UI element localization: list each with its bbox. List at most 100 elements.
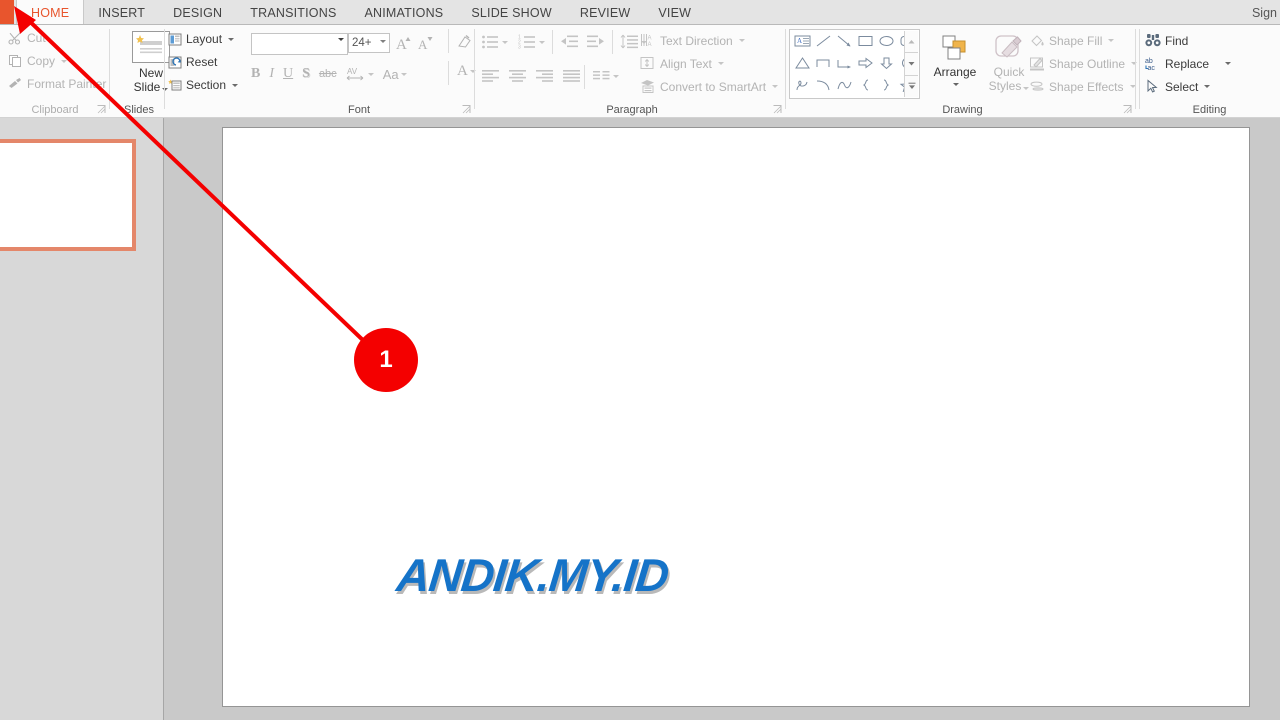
shape-left-brace-icon[interactable] [855,75,876,96]
align-text-button[interactable]: Align Text [640,56,724,71]
shape-line-icon[interactable] [813,31,834,52]
columns-button[interactable] [592,69,619,83]
shape-fill-button[interactable]: Shape Fill [1029,33,1115,48]
layout-caret[interactable] [228,37,235,41]
text-direction-caret[interactable] [738,39,745,42]
tab-animations[interactable]: ANIMATIONS [350,0,457,25]
cut-button[interactable]: Cut [8,31,46,45]
copy-button[interactable]: Copy [8,54,68,68]
decrease-font-size-button[interactable]: A [417,33,435,58]
font-size-caret[interactable] [380,40,386,43]
shape-rectangle-icon[interactable] [855,31,876,52]
font-dialog-launcher[interactable] [462,105,471,114]
text-direction-icon: AA [640,33,656,48]
shape-triangle-icon[interactable] [792,53,813,74]
text-direction-button[interactable]: AA Text Direction [640,33,745,48]
convert-smartart-caret[interactable] [772,85,779,88]
sign-in-button[interactable]: Sign [1252,0,1280,25]
character-spacing-button[interactable]: AV [346,65,374,83]
svg-text:ab: ab [1145,58,1153,65]
tab-insert[interactable]: INSERT [84,0,159,25]
smartart-icon [640,79,656,94]
align-left-button[interactable] [481,69,500,88]
reset-icon [168,56,182,69]
shape-fill-caret[interactable] [1108,39,1115,42]
change-case-caret[interactable] [400,72,407,76]
format-painter-button[interactable]: Format Painter [8,77,106,91]
justify-button[interactable] [562,69,581,88]
arrange-caret[interactable] [953,83,959,86]
numbering-caret[interactable] [539,40,545,44]
tab-view[interactable]: VIEW [644,0,705,25]
increase-font-size-button[interactable]: A [395,33,413,58]
font-size-value: 24+ [352,37,372,49]
slide-thumbnail-pane[interactable] [0,118,164,720]
arrange-button[interactable]: Arrange [929,31,981,86]
bullets-button[interactable] [481,34,508,50]
clear-formatting-button[interactable] [457,34,473,56]
shape-outline-button[interactable]: Shape Outline [1029,56,1138,71]
italic-button[interactable]: I [269,66,274,82]
font-size-input[interactable]: 24+ [348,33,390,53]
reset-button[interactable]: Reset [168,55,217,69]
align-center-button[interactable] [508,69,527,88]
file-tab[interactable] [0,0,14,25]
shape-text-box-icon[interactable]: A [792,31,813,52]
shape-arrow-icon[interactable] [834,31,855,52]
font-name-caret[interactable] [338,38,344,41]
shape-scribble-icon[interactable] [792,75,813,96]
align-text-caret[interactable] [717,62,724,65]
shape-oval-icon[interactable] [876,31,897,52]
shape-elbow-arrow-connector-icon[interactable] [834,53,855,74]
copy-dropdown-caret[interactable] [61,59,68,63]
shape-down-arrow-icon[interactable] [876,53,897,74]
tab-home[interactable]: HOME [16,0,85,25]
slide-text-andik[interactable]: ANDIK.MY.ID [394,548,671,602]
text-shadow-button[interactable]: S [302,66,310,82]
change-case-button[interactable]: Aa [383,67,407,82]
shape-elbow-connector-icon[interactable] [813,53,834,74]
columns-caret[interactable] [613,74,619,78]
svg-text:ac: ac [1148,65,1156,71]
convert-to-smartart-button[interactable]: Convert to SmartArt [640,79,779,94]
quick-styles-button[interactable]: Quick Styles [985,31,1033,93]
shapes-scroll-up-button[interactable] [904,31,918,54]
layout-button[interactable]: Layout [168,32,235,46]
underline-button[interactable]: U [283,66,293,82]
bullets-caret[interactable] [502,40,508,44]
shapes-more-button[interactable] [904,75,918,97]
decrease-indent-button[interactable] [560,34,579,55]
character-spacing-caret[interactable] [367,72,374,76]
tab-design[interactable]: DESIGN [159,0,236,25]
shape-right-brace-icon[interactable] [876,75,897,96]
replace-button[interactable]: ab ac Replace [1145,56,1232,71]
find-button[interactable]: Find [1145,33,1188,48]
drawing-dialog-launcher[interactable] [1123,105,1132,114]
slide-thumbnail-1[interactable] [0,139,136,251]
section-caret[interactable] [232,83,239,87]
select-caret[interactable] [1204,85,1211,88]
shapes-gallery[interactable]: A [789,29,920,99]
increase-indent-button[interactable] [586,34,605,55]
shape-freeform-icon[interactable] [834,75,855,96]
shapes-scroll-down-button[interactable] [904,53,918,76]
font-group-title: Font [347,104,370,116]
shape-curve-icon[interactable] [813,75,834,96]
slide-canvas[interactable]: ANDIK.MY.ID [222,127,1250,707]
paragraph-dialog-launcher[interactable] [773,105,782,114]
shapes-row-3 [790,74,919,96]
tab-transitions[interactable]: TRANSITIONS [236,0,350,25]
font-name-input[interactable] [251,33,348,55]
clipboard-dialog-launcher[interactable] [97,105,106,114]
replace-caret[interactable] [1225,62,1232,65]
section-button[interactable]: Section [168,78,239,92]
shape-right-arrow-icon[interactable] [855,53,876,74]
tab-review[interactable]: REVIEW [566,0,645,25]
numbering-button[interactable]: 123 [518,34,545,50]
tab-slide-show[interactable]: SLIDE SHOW [457,0,566,25]
align-right-button[interactable] [535,69,554,88]
shape-effects-button[interactable]: Shape Effects [1029,79,1136,94]
select-button[interactable]: Select [1145,79,1211,94]
strikethrough-button[interactable]: abc [319,68,337,80]
bold-button[interactable]: B [251,66,260,82]
